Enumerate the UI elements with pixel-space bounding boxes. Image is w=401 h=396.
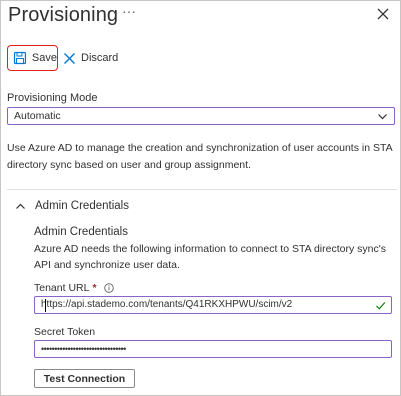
close-icon[interactable] [375, 6, 391, 22]
admin-credentials-section-label: Admin Credentials [35, 200, 129, 212]
admin-credentials-subtitle: Admin Credentials [34, 226, 128, 238]
tenant-url-value: https://api.stademo.com/tenants/Q41RKXHP… [41, 299, 293, 310]
checkmark-icon [376, 302, 386, 310]
discard-button[interactable]: Discard [63, 45, 118, 71]
provisioning-description: Use Azure AD to manage the creation and … [7, 142, 393, 171]
more-options-icon[interactable]: ··· [122, 3, 136, 19]
provisioning-mode-dropdown[interactable]: Automatic [7, 107, 395, 125]
tenant-url-input[interactable]: https://api.stademo.com/tenants/Q41RKXHP… [34, 296, 392, 314]
required-marker: * [92, 282, 97, 294]
admin-credentials-section-toggle[interactable]: Admin Credentials [15, 200, 129, 212]
text-cursor [45, 299, 46, 312]
secret-token-label: Secret Token [34, 326, 95, 338]
provisioning-mode-value: Automatic [14, 110, 61, 122]
save-button[interactable]: Save [7, 45, 58, 71]
chevron-down-icon [378, 114, 387, 120]
save-icon [13, 51, 27, 65]
secret-token-value: •••••••••••••••••••••••••••••••• [41, 344, 126, 354]
secret-token-label-text: Secret Token [34, 326, 96, 338]
discard-label: Discard [81, 52, 119, 64]
provisioning-panel: Provisioning ··· Save Discard Provisioni… [0, 0, 401, 396]
page-title: Provisioning [8, 4, 119, 26]
tenant-url-label: Tenant URL * [34, 282, 114, 294]
save-label: Save [31, 52, 57, 64]
secret-token-input[interactable]: •••••••••••••••••••••••••••••••• [34, 340, 392, 358]
discard-x-icon [64, 52, 75, 64]
chevron-up-icon [16, 203, 25, 209]
info-icon[interactable] [103, 283, 114, 293]
provisioning-mode-label: Provisioning Mode [7, 92, 98, 104]
admin-credentials-description: Azure AD needs the following information… [34, 243, 386, 271]
tenant-url-label-text: Tenant URL [34, 282, 90, 294]
section-divider [7, 189, 397, 190]
test-connection-button[interactable]: Test Connection [34, 369, 135, 388]
